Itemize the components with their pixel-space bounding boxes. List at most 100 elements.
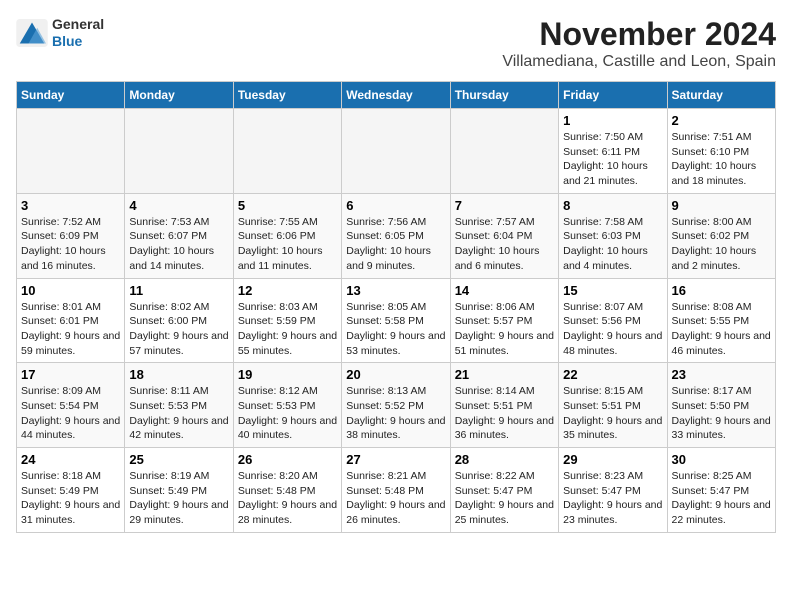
- day-number: 30: [672, 452, 771, 467]
- day-info: Sunrise: 8:06 AMSunset: 5:57 PMDaylight:…: [455, 300, 554, 359]
- day-number: 27: [346, 452, 445, 467]
- day-info: Sunrise: 8:09 AMSunset: 5:54 PMDaylight:…: [21, 384, 120, 443]
- week-row-3: 10 Sunrise: 8:01 AMSunset: 6:01 PMDayligh…: [17, 278, 776, 363]
- month-title: November 2024: [502, 16, 776, 53]
- day-number: 24: [21, 452, 120, 467]
- weekday-header-sunday: Sunday: [17, 82, 125, 109]
- logo-general: General: [52, 16, 104, 32]
- day-number: 17: [21, 367, 120, 382]
- calendar-cell: 10 Sunrise: 8:01 AMSunset: 6:01 PMDayligh…: [17, 278, 125, 363]
- week-row-4: 17 Sunrise: 8:09 AMSunset: 5:54 PMDayligh…: [17, 363, 776, 448]
- calendar-cell: 30 Sunrise: 8:25 AMSunset: 5:47 PMDayligh…: [667, 448, 775, 533]
- day-number: 23: [672, 367, 771, 382]
- day-info: Sunrise: 8:21 AMSunset: 5:48 PMDaylight:…: [346, 469, 445, 528]
- calendar-cell: 20Sunrise: 8:13 AMSunset: 5:52 PMDayligh…: [342, 363, 450, 448]
- day-info: Sunrise: 8:18 AMSunset: 5:49 PMDaylight:…: [21, 469, 120, 528]
- calendar-cell: 23 Sunrise: 8:17 AMSunset: 5:50 PMDayligh…: [667, 363, 775, 448]
- weekday-header-tuesday: Tuesday: [233, 82, 341, 109]
- day-info: Sunrise: 8:23 AMSunset: 5:47 PMDaylight:…: [563, 469, 662, 528]
- day-info: Sunrise: 7:56 AMSunset: 6:05 PMDaylight:…: [346, 215, 445, 274]
- calendar-cell: 18 Sunrise: 8:11 AMSunset: 5:53 PMDayligh…: [125, 363, 233, 448]
- day-info: Sunrise: 8:17 AMSunset: 5:50 PMDaylight:…: [672, 384, 771, 443]
- calendar-cell: 24 Sunrise: 8:18 AMSunset: 5:49 PMDayligh…: [17, 448, 125, 533]
- day-info: Sunrise: 7:53 AMSunset: 6:07 PMDaylight:…: [129, 215, 228, 274]
- day-info: Sunrise: 8:19 AMSunset: 5:49 PMDaylight:…: [129, 469, 228, 528]
- calendar-cell: [342, 109, 450, 194]
- calendar-cell: 15Sunrise: 8:07 AMSunset: 5:56 PMDayligh…: [559, 278, 667, 363]
- day-number: 5: [238, 198, 337, 213]
- calendar-cell: 14 Sunrise: 8:06 AMSunset: 5:57 PMDayligh…: [450, 278, 558, 363]
- day-info: Sunrise: 8:20 AMSunset: 5:48 PMDaylight:…: [238, 469, 337, 528]
- day-info: Sunrise: 8:07 AMSunset: 5:56 PMDaylight:…: [563, 300, 662, 359]
- logo: General Blue: [16, 16, 104, 50]
- day-info: Sunrise: 8:25 AMSunset: 5:47 PMDaylight:…: [672, 469, 771, 528]
- day-number: 3: [21, 198, 120, 213]
- day-number: 1: [563, 113, 662, 128]
- day-number: 10: [21, 283, 120, 298]
- calendar-cell: 29 Sunrise: 8:23 AMSunset: 5:47 PMDayligh…: [559, 448, 667, 533]
- logo-text: General Blue: [52, 16, 104, 50]
- day-info: Sunrise: 8:05 AMSunset: 5:58 PMDaylight:…: [346, 300, 445, 359]
- day-info: Sunrise: 7:58 AMSunset: 6:03 PMDaylight:…: [563, 215, 662, 274]
- day-info: Sunrise: 7:55 AMSunset: 6:06 PMDaylight:…: [238, 215, 337, 274]
- day-info: Sunrise: 8:14 AMSunset: 5:51 PMDaylight:…: [455, 384, 554, 443]
- day-info: Sunrise: 8:08 AMSunset: 5:55 PMDaylight:…: [672, 300, 771, 359]
- day-info: Sunrise: 7:52 AMSunset: 6:09 PMDaylight:…: [21, 215, 120, 274]
- calendar-cell: 1 Sunrise: 7:50 AMSunset: 6:11 PMDaylight…: [559, 109, 667, 194]
- day-info: Sunrise: 7:51 AMSunset: 6:10 PMDaylight:…: [672, 130, 771, 189]
- day-info: Sunrise: 8:15 AMSunset: 5:51 PMDaylight:…: [563, 384, 662, 443]
- weekday-header-monday: Monday: [125, 82, 233, 109]
- calendar-cell: [17, 109, 125, 194]
- day-info: Sunrise: 7:50 AMSunset: 6:11 PMDaylight:…: [563, 130, 662, 189]
- calendar-cell: 16Sunrise: 8:08 AMSunset: 5:55 PMDayligh…: [667, 278, 775, 363]
- calendar-table: SundayMondayTuesdayWednesdayThursdayFrid…: [16, 81, 776, 533]
- day-number: 2: [672, 113, 771, 128]
- calendar-cell: 8 Sunrise: 7:58 AMSunset: 6:03 PMDaylight…: [559, 193, 667, 278]
- calendar-cell: 11Sunrise: 8:02 AMSunset: 6:00 PMDayligh…: [125, 278, 233, 363]
- calendar-cell: 21 Sunrise: 8:14 AMSunset: 5:51 PMDayligh…: [450, 363, 558, 448]
- day-number: 6: [346, 198, 445, 213]
- title-area: November 2024 Villamediana, Castille and…: [502, 16, 776, 71]
- logo-blue: Blue: [52, 33, 82, 49]
- calendar-cell: 27 Sunrise: 8:21 AMSunset: 5:48 PMDayligh…: [342, 448, 450, 533]
- calendar-cell: 9Sunrise: 8:00 AMSunset: 6:02 PMDaylight…: [667, 193, 775, 278]
- header: General Blue November 2024 Villamediana,…: [16, 16, 776, 71]
- location-title: Villamediana, Castille and Leon, Spain: [502, 53, 776, 71]
- calendar-cell: 3 Sunrise: 7:52 AMSunset: 6:09 PMDaylight…: [17, 193, 125, 278]
- day-number: 8: [563, 198, 662, 213]
- week-row-1: 1 Sunrise: 7:50 AMSunset: 6:11 PMDaylight…: [17, 109, 776, 194]
- week-row-5: 24 Sunrise: 8:18 AMSunset: 5:49 PMDayligh…: [17, 448, 776, 533]
- calendar-cell: 4Sunrise: 7:53 AMSunset: 6:07 PMDaylight…: [125, 193, 233, 278]
- day-info: Sunrise: 8:13 AMSunset: 5:52 PMDaylight:…: [346, 384, 445, 443]
- day-number: 18: [129, 367, 228, 382]
- calendar-cell: [125, 109, 233, 194]
- day-number: 22: [563, 367, 662, 382]
- day-number: 14: [455, 283, 554, 298]
- calendar-cell: 13Sunrise: 8:05 AMSunset: 5:58 PMDayligh…: [342, 278, 450, 363]
- calendar-cell: 2 Sunrise: 7:51 AMSunset: 6:10 PMDaylight…: [667, 109, 775, 194]
- logo-icon: [16, 19, 48, 47]
- day-number: 11: [129, 283, 228, 298]
- day-info: Sunrise: 8:01 AMSunset: 6:01 PMDaylight:…: [21, 300, 120, 359]
- weekday-header-friday: Friday: [559, 82, 667, 109]
- day-info: Sunrise: 8:11 AMSunset: 5:53 PMDaylight:…: [129, 384, 228, 443]
- calendar-cell: 28 Sunrise: 8:22 AMSunset: 5:47 PMDayligh…: [450, 448, 558, 533]
- calendar-cell: 5 Sunrise: 7:55 AMSunset: 6:06 PMDaylight…: [233, 193, 341, 278]
- day-info: Sunrise: 7:57 AMSunset: 6:04 PMDaylight:…: [455, 215, 554, 274]
- calendar-cell: 7Sunrise: 7:57 AMSunset: 6:04 PMDaylight…: [450, 193, 558, 278]
- calendar-cell: [233, 109, 341, 194]
- day-number: 26: [238, 452, 337, 467]
- day-number: 19: [238, 367, 337, 382]
- calendar-cell: 25Sunrise: 8:19 AMSunset: 5:49 PMDayligh…: [125, 448, 233, 533]
- week-row-2: 3 Sunrise: 7:52 AMSunset: 6:09 PMDaylight…: [17, 193, 776, 278]
- calendar-cell: 22 Sunrise: 8:15 AMSunset: 5:51 PMDayligh…: [559, 363, 667, 448]
- day-info: Sunrise: 8:22 AMSunset: 5:47 PMDaylight:…: [455, 469, 554, 528]
- day-number: 21: [455, 367, 554, 382]
- calendar-cell: 19Sunrise: 8:12 AMSunset: 5:53 PMDayligh…: [233, 363, 341, 448]
- day-info: Sunrise: 8:00 AMSunset: 6:02 PMDaylight:…: [672, 215, 771, 274]
- calendar-cell: [450, 109, 558, 194]
- day-number: 28: [455, 452, 554, 467]
- day-number: 12: [238, 283, 337, 298]
- day-number: 29: [563, 452, 662, 467]
- calendar-cell: 17 Sunrise: 8:09 AMSunset: 5:54 PMDayligh…: [17, 363, 125, 448]
